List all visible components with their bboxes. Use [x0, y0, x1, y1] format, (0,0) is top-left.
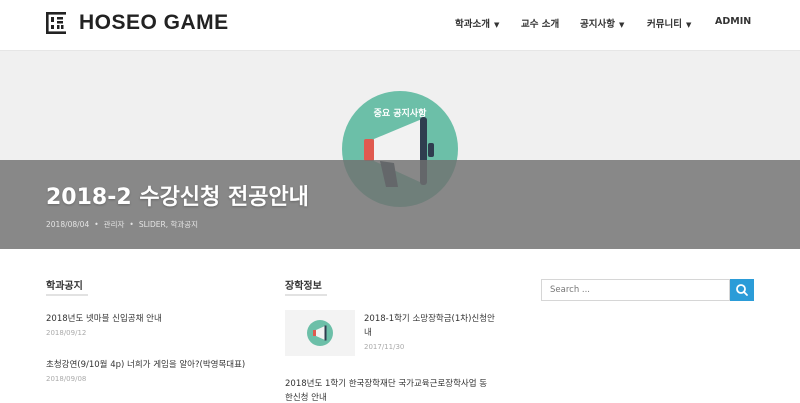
nav-item-department[interactable]: 학과소개 ▼ — [455, 16, 499, 30]
nav-item-notices[interactable]: 공지사항 ▼ — [580, 16, 624, 30]
post-date: 2018/09/12 — [46, 329, 87, 337]
post-title-link-continued[interactable]: 내 — [364, 326, 372, 338]
post-title-link[interactable]: 2018년도 1학기 한국장학재단 국가교육근로장학사업 동 — [285, 377, 487, 389]
post-date: 2018/08/04 — [46, 220, 90, 229]
widget-title-scholarship: 장학정보 — [285, 277, 327, 296]
post-title-link[interactable]: 2018-1학기 소망장학금(1차)신청안 — [364, 312, 495, 324]
post-thumbnail[interactable] — [285, 310, 355, 356]
hero-slider[interactable]: 중요 공지사항 2018-2 수강신청 전공안내 2018/08/04 • 관리자 •… — [0, 51, 800, 249]
search-input[interactable] — [541, 279, 730, 301]
nav-item-label: 학과소개 — [455, 19, 490, 30]
megaphone-thumb-icon — [307, 320, 333, 346]
nav-item-community[interactable]: 커뮤니티 ▼ — [647, 16, 691, 30]
separator-dot: • — [94, 220, 99, 229]
post-date: 2018/09/08 — [46, 375, 87, 383]
hero-title[interactable]: 2018-2 수강신청 전공안내 — [46, 179, 309, 211]
hero-meta: 2018/08/04 • 관리자 • SLIDER, 학과공지 — [46, 219, 198, 230]
post-title-link-continued[interactable]: 한신청 안내 — [285, 391, 327, 403]
nav-item-admin[interactable]: ADMIN — [715, 16, 751, 27]
nav-item-label: 커뮤니티 — [647, 19, 682, 30]
post-author[interactable]: 관리자 — [104, 220, 125, 229]
nav-item-label: 공지사항 — [580, 19, 615, 30]
widget-title-dept-notice: 학과공지 — [46, 277, 88, 296]
post-title-link[interactable]: 초청강연(9/10월 4p) 너희가 게임을 알아?(박영목대표) — [46, 358, 245, 370]
nav-item-label: 교수 소개 — [521, 19, 560, 30]
main-nav: 학과소개 ▼ 교수 소개 공지사항 ▼ 커뮤니티 ▼ ADMIN — [0, 16, 800, 32]
nav-item-label: ADMIN — [715, 16, 752, 27]
post-title-link[interactable]: 2018년도 넷마블 신입공채 안내 — [46, 312, 162, 324]
widget-title-underline — [46, 294, 88, 296]
separator-dot: • — [129, 220, 134, 229]
chevron-down-icon: ▼ — [618, 21, 625, 29]
post-date: 2017/11/30 — [364, 343, 405, 351]
widget-title-text: 학과공지 — [46, 281, 83, 292]
chevron-down-icon: ▼ — [493, 21, 500, 29]
search-icon — [736, 284, 748, 296]
widget-title-underline — [285, 294, 327, 296]
nav-item-professors[interactable]: 교수 소개 — [521, 16, 559, 30]
post-tags[interactable]: SLIDER, 학과공지 — [139, 220, 198, 229]
search-button[interactable] — [730, 279, 754, 301]
chevron-down-icon: ▼ — [685, 21, 692, 29]
widget-title-text: 장학정보 — [285, 281, 322, 292]
site-header: HOSEO GAME 학과소개 ▼ 교수 소개 공지사항 ▼ 커뮤니티 ▼ ADMIN — [0, 0, 800, 51]
